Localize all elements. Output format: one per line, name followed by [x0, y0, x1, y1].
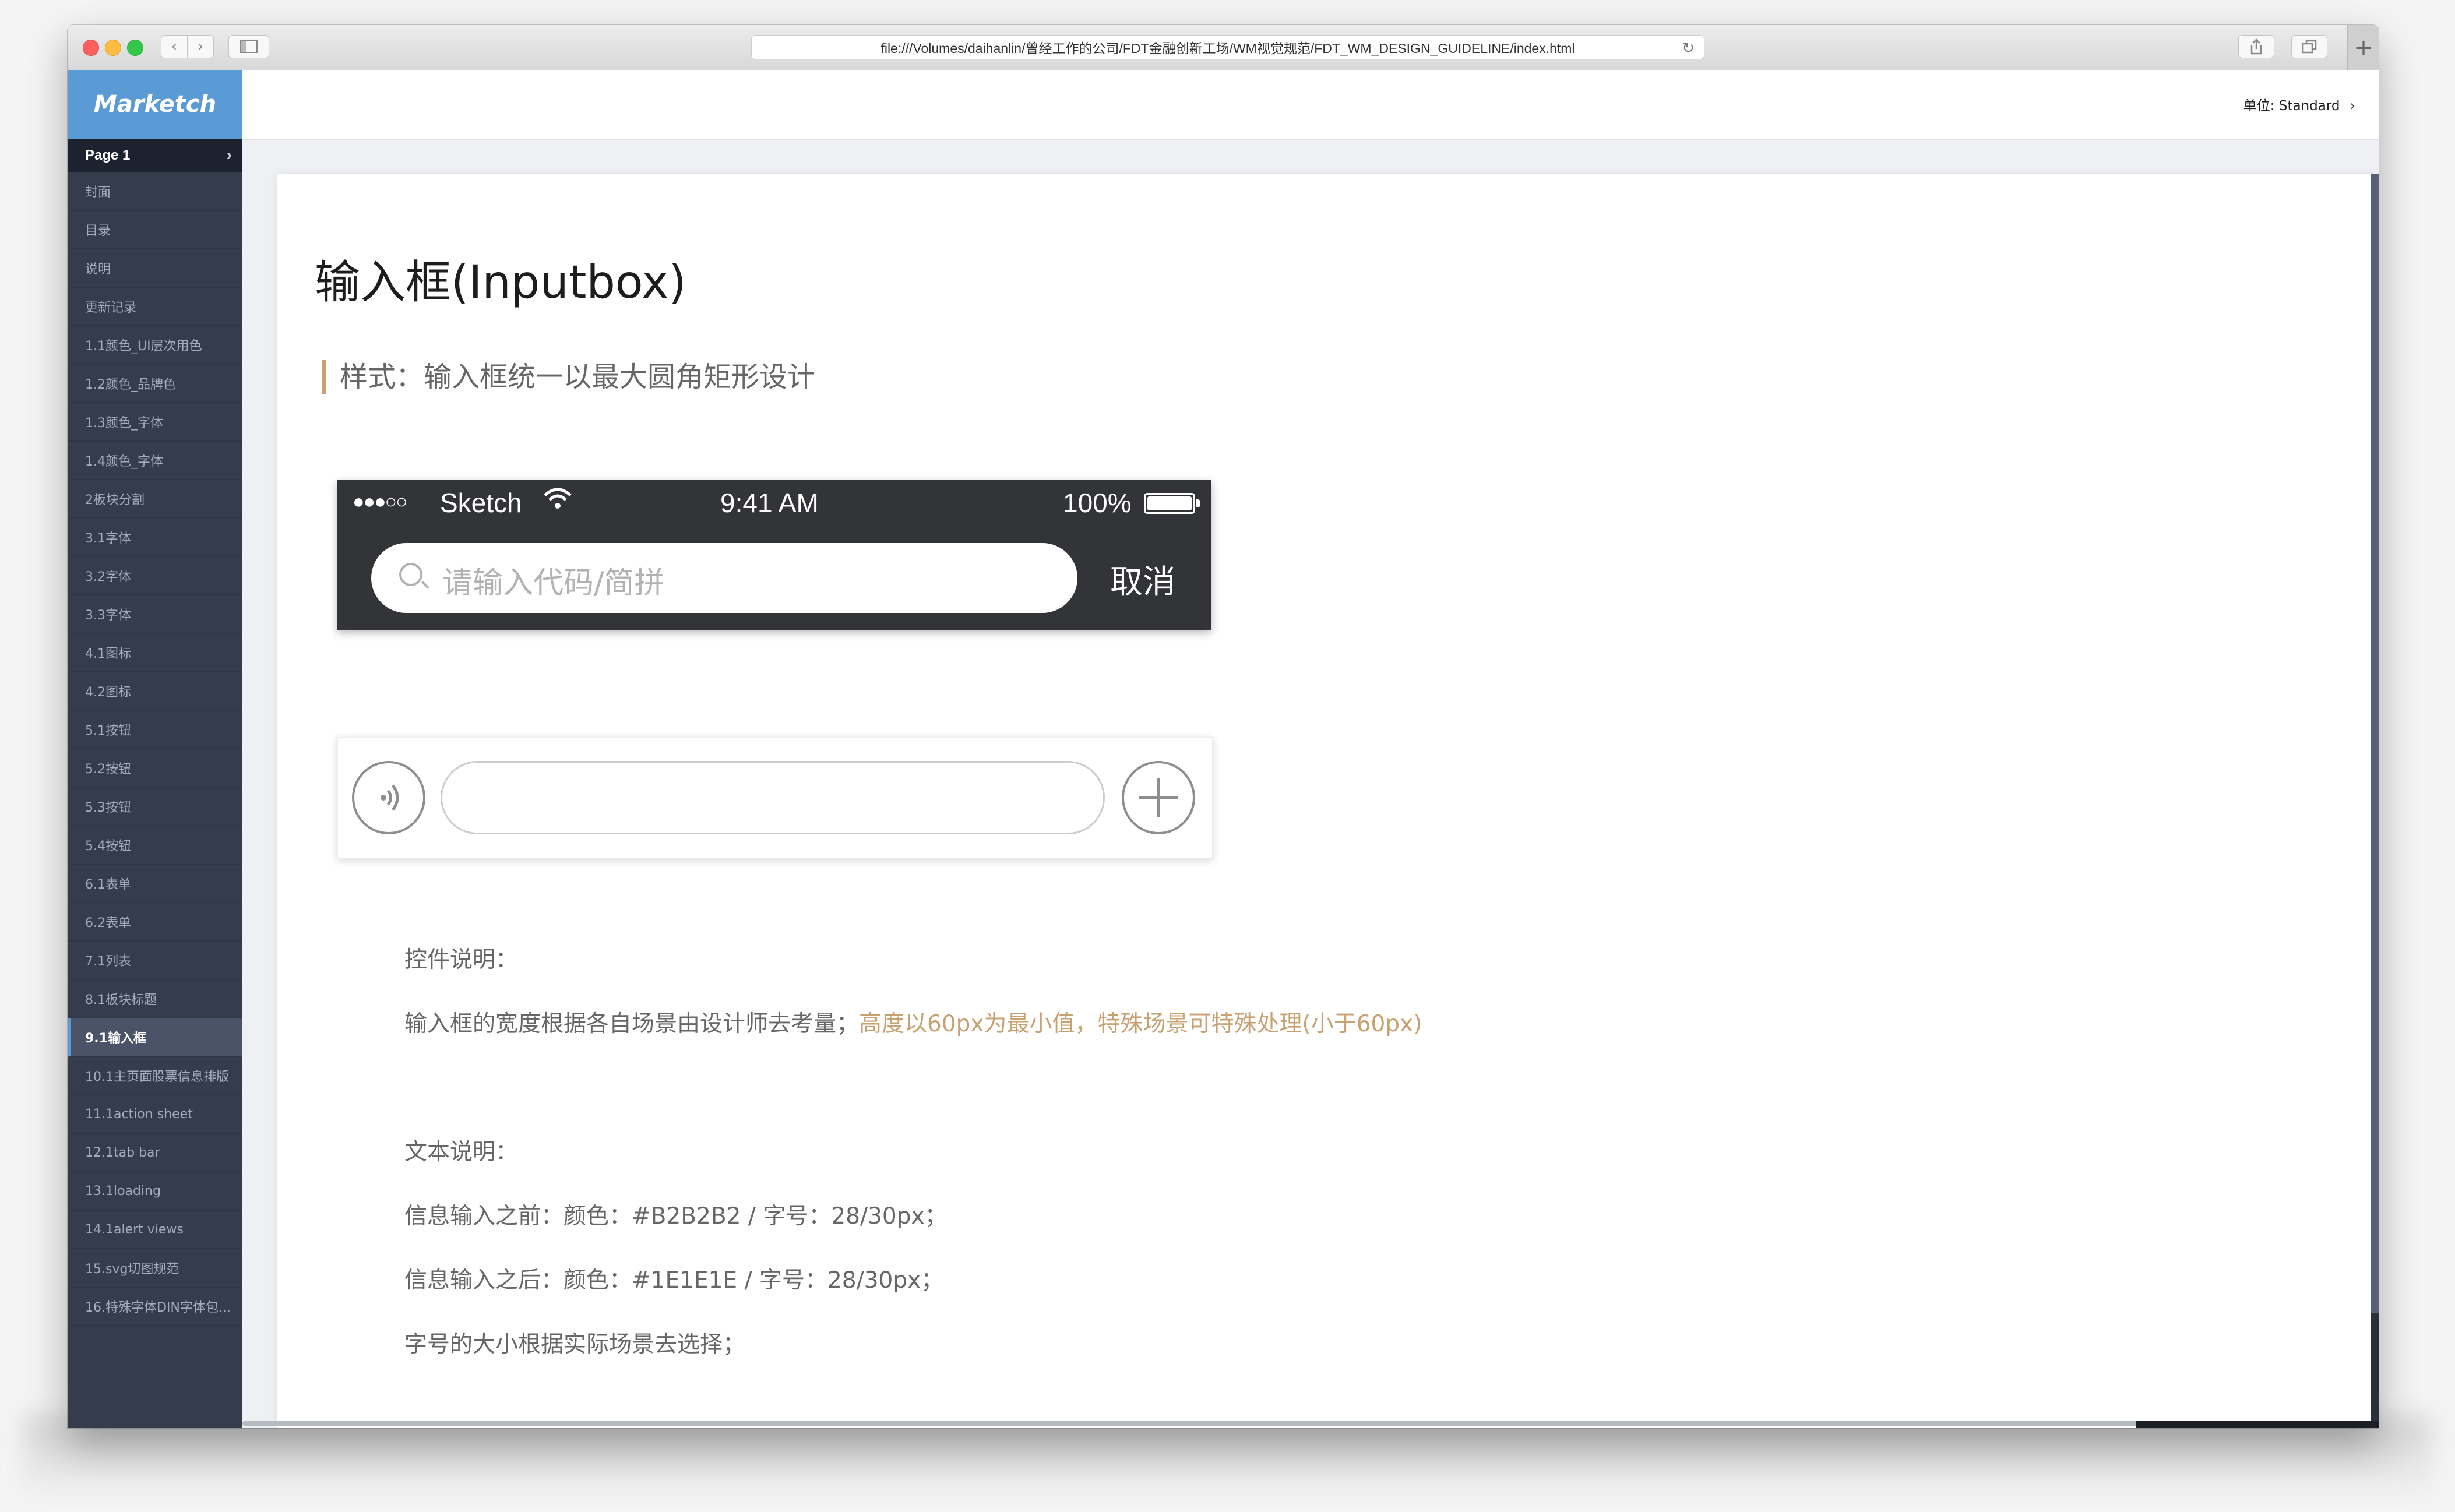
address-bar[interactable]: file:///Volumes/daihanlin/曾经工作的公司/FDT金融创… [751, 35, 1704, 59]
battery-percent: 100% [1063, 488, 1132, 518]
sidebar-item[interactable]: 9.1输入框 [68, 1018, 242, 1057]
signal-dots: ●●●○○ [353, 491, 408, 513]
sidebar-item[interactable]: 6.2表单 [68, 903, 242, 942]
battery-tip [1196, 499, 1200, 507]
text-heading: 文本说明： [404, 1139, 519, 1165]
control-heading: 控件说明： [404, 947, 519, 973]
forward-button[interactable]: › [187, 35, 214, 58]
style-description: 样式：输入框统一以最大圆角矩形设计 [322, 360, 815, 394]
scrollbar-end [2136, 1421, 2379, 1428]
share-icon [2250, 38, 2262, 55]
control-description: 输入框的宽度根据各自场景由设计师去考量；高度以60px为最小值，特殊场景可特殊处… [404, 1006, 1422, 1038]
minimize-window-button[interactable] [105, 40, 121, 56]
page-selector[interactable]: Page 1 › [68, 139, 242, 172]
sidebar-item[interactable]: 15.svg切图规范 [68, 1249, 242, 1288]
unit-selector[interactable]: 单位: Standard › [2243, 94, 2355, 114]
cancel-button[interactable]: 取消 [1110, 556, 1175, 603]
add-button[interactable] [1122, 761, 1195, 834]
artboard-edge [2371, 174, 2379, 1313]
chevron-right-icon: › [226, 146, 232, 164]
chat-input-mockup [337, 737, 1213, 859]
before-input-note: 信息输入之前：颜色：#B2B2B2 / 字号：28/30px； [404, 1203, 948, 1229]
chevron-left-icon: ‹ [171, 38, 178, 55]
unit-value: Standard [2278, 98, 2340, 114]
top-bar: 单位: Standard › [242, 70, 2379, 140]
brand-logo: Marketch [68, 70, 242, 139]
sidebar-list: 封面 目录 说明 更新记录 1.1颜色_UI层次用色 1.2颜色_品牌色 1.3颜色_字体 1… [68, 172, 242, 1326]
sidebar-item[interactable]: 5.3按钮 [68, 788, 242, 826]
status-time: 9:41 AM [720, 488, 819, 518]
sidebar-item[interactable]: 14.1alert views [68, 1211, 242, 1249]
search-input[interactable]: 请输入代码/简拼 [371, 543, 1077, 613]
after-input-note: 信息输入之后：颜色：#1E1E1E / 字号：28/30px； [404, 1267, 944, 1294]
chevron-right-icon: › [197, 38, 204, 55]
chevron-right-icon: › [2350, 98, 2355, 114]
voice-icon [381, 784, 399, 811]
message-input[interactable] [441, 761, 1105, 834]
page-title: 输入框(Inputbox) [315, 256, 686, 309]
sidebar-item[interactable]: 5.4按钮 [68, 826, 242, 865]
show-tabs-button[interactable] [2291, 35, 2327, 58]
sidebar-item[interactable]: 2板块分割 [68, 480, 242, 519]
size-note: 字号的大小根据实际场景去选择； [404, 1331, 746, 1358]
status-bar: ●●●○○ Sketch 9:41 AM 100% [337, 480, 1211, 530]
control-desc-text: 输入框的宽度根据各自场景由设计师去考量； [404, 1011, 860, 1037]
sidebar-item[interactable]: 1.2颜色_品牌色 [68, 365, 242, 403]
sidebar-item[interactable]: 11.1action sheet [68, 1095, 242, 1134]
sidebar-item[interactable]: 4.1图标 [68, 634, 242, 672]
sidebar-item[interactable]: 3.3字体 [68, 595, 242, 634]
control-highlight-text: 高度以60px为最小值，特殊场景可特殊处理(小于60px) [859, 1011, 1422, 1037]
sidebar-icon [240, 40, 258, 53]
battery-icon [1144, 493, 1195, 514]
sidebar-item[interactable]: 1.4颜色_字体 [68, 442, 242, 480]
reload-icon[interactable]: ↻ [1682, 39, 1695, 57]
wifi-icon [543, 486, 573, 517]
share-button[interactable] [2238, 35, 2274, 58]
sidebar-item[interactable]: 5.2按钮 [68, 749, 242, 788]
artboard-edge-dark [2371, 1313, 2379, 1428]
sidebar-item[interactable]: 更新记录 [68, 288, 242, 326]
sidebar-item[interactable]: 4.2图标 [68, 672, 242, 711]
horizontal-scrollbar[interactable] [242, 1421, 2352, 1426]
sidebar-item[interactable]: 封面 [68, 172, 242, 211]
url-text: file:///Volumes/daihanlin/曾经工作的公司/FDT金融创… [880, 41, 1575, 56]
plus-icon: + [2354, 34, 2373, 61]
maximize-window-button[interactable] [127, 40, 143, 56]
sidebar-item[interactable]: 目录 [68, 211, 242, 249]
search-placeholder: 请输入代码/简拼 [442, 566, 665, 601]
close-window-button[interactable] [83, 40, 99, 56]
sidebar-item[interactable]: 13.1loading [68, 1172, 242, 1211]
sidebar-item[interactable]: 5.1按钮 [68, 711, 242, 749]
plus-icon [1157, 778, 1160, 817]
browser-titlebar: ‹ › file:///Volumes/daihanlin/曾经工作的公司/FD… [68, 25, 2379, 71]
tabs-icon [2302, 40, 2317, 54]
sidebar-item[interactable]: 7.1列表 [68, 942, 242, 980]
sidebar-item[interactable]: 6.1表单 [68, 865, 242, 903]
sidebar: Marketch Page 1 › 封面 目录 说明 更新记录 1.1颜色_UI层次用色… [68, 70, 242, 1428]
sidebar-item[interactable]: 12.1tab bar [68, 1134, 242, 1172]
sidebar-item[interactable]: 8.1板块标题 [68, 980, 242, 1018]
voice-button[interactable] [352, 761, 425, 834]
sidebar-item[interactable]: 16.特殊字体DIN字体包... [68, 1288, 242, 1326]
new-tab-button[interactable]: + [2347, 25, 2379, 70]
carrier-name: Sketch [440, 488, 522, 518]
sidebar-item[interactable]: 3.2字体 [68, 557, 242, 595]
sidebar-item[interactable]: 10.1主页面股票信息排版 [68, 1057, 242, 1095]
unit-label: 单位: [2243, 98, 2275, 114]
sidebar-item[interactable]: 1.3颜色_字体 [68, 403, 242, 442]
sidebar-item[interactable]: 3.1字体 [68, 519, 242, 557]
sidebar-toggle-button[interactable] [228, 35, 269, 58]
search-icon [399, 563, 422, 586]
phone-search-mockup: ●●●○○ Sketch 9:41 AM 100% 请输入代码/简拼 取消 [337, 480, 1211, 630]
sidebar-item[interactable]: 说明 [68, 249, 242, 288]
window-shadow [23, 1416, 2432, 1503]
page-label: Page 1 [85, 147, 131, 163]
sidebar-item[interactable]: 1.1颜色_UI层次用色 [68, 326, 242, 365]
back-button[interactable]: ‹ [161, 35, 188, 58]
